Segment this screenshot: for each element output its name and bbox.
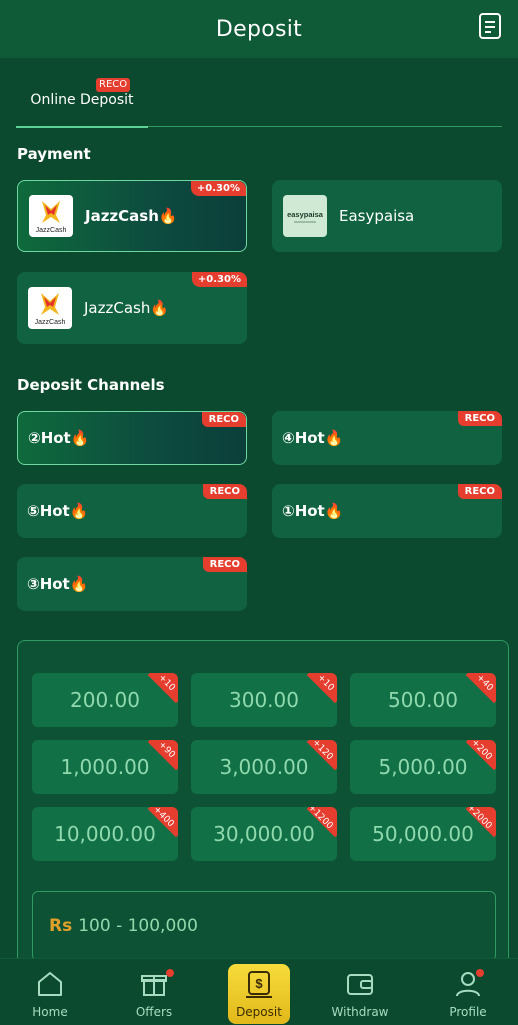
channel-hot-3[interactable]: ③Hot🔥 RECO [17, 557, 247, 611]
reco-badge: RECO [202, 557, 247, 572]
amount-input[interactable]: Rs 100 - 100,000 [32, 891, 496, 961]
amount-option[interactable]: 5,000.00 +200 [350, 740, 496, 794]
channel-hot-1[interactable]: ①Hot🔥 RECO [272, 484, 502, 538]
amount-value: 300.00 [229, 688, 299, 712]
amount-value: 1,000.00 [60, 755, 150, 779]
wallet-icon [347, 974, 373, 995]
channel-hot-5[interactable]: ⑤Hot🔥 RECO [17, 484, 247, 538]
nav-withdraw[interactable]: Withdraw [310, 959, 410, 1025]
amount-option[interactable]: 3,000.00 +120 [191, 740, 337, 794]
currency-label: Rs [49, 916, 73, 936]
nav-profile-label: Profile [449, 1005, 487, 1019]
channel-label: ②Hot🔥 [28, 429, 90, 447]
amount-option[interactable]: 50,000.00 +2000 [350, 807, 496, 861]
channels-section-title: Deposit Channels [17, 376, 165, 394]
svg-text:easypaisa: easypaisa [287, 210, 324, 219]
amount-value: 5,000.00 [378, 755, 468, 779]
payment-method-jazzcash-1[interactable]: JazzCash JazzCash🔥 +0.30% [17, 180, 247, 252]
nav-withdraw-label: Withdraw [331, 1005, 389, 1019]
deposit-tabs: Online Deposit RECO [16, 74, 502, 128]
nav-home[interactable]: Home [0, 959, 100, 1025]
profile-notification-dot [476, 969, 484, 977]
header: Deposit [0, 0, 518, 58]
tab-online-deposit[interactable]: Online Deposit RECO [16, 74, 148, 128]
reco-badge: RECO [201, 412, 246, 427]
payment-method-label: JazzCash🔥 [85, 207, 178, 225]
amount-value: 500.00 [388, 688, 458, 712]
payment-section-title: Payment [17, 145, 91, 163]
amount-value: 30,000.00 [213, 822, 315, 846]
gift-icon [141, 975, 167, 996]
amount-value: 50,000.00 [372, 822, 474, 846]
amount-value: 10,000.00 [54, 822, 156, 846]
amount-range-placeholder: 100 - 100,000 [78, 916, 198, 936]
nav-profile[interactable]: Profile [418, 959, 518, 1025]
channel-label: ①Hot🔥 [282, 502, 344, 520]
reco-badge: RECO [202, 484, 247, 499]
rate-badge: +0.30% [190, 181, 246, 196]
home-icon [38, 972, 62, 996]
nav-deposit-label: Deposit [236, 1005, 282, 1019]
nav-offers-label: Offers [135, 1005, 173, 1019]
amount-option[interactable]: 200.00 +10 [32, 673, 178, 727]
amount-option[interactable]: 1,000.00 +90 [32, 740, 178, 794]
amount-option[interactable]: 30,000.00 +1200 [191, 807, 337, 861]
amount-option[interactable]: 300.00 +10 [191, 673, 337, 727]
channel-label: ⑤Hot🔥 [27, 502, 89, 520]
amount-value: 200.00 [70, 688, 140, 712]
payment-method-jazzcash-2[interactable]: JazzCash JazzCash🔥 +0.30% [17, 272, 247, 344]
amount-panel: 200.00 +10 300.00 +10 500.00 +40 1,000.0… [17, 640, 509, 980]
easypaisa-logo: easypaisa [283, 195, 327, 237]
offers-notification-dot [166, 969, 174, 977]
channel-label: ③Hot🔥 [27, 575, 89, 593]
channel-label: ④Hot🔥 [282, 429, 344, 447]
payment-method-label: Easypaisa [339, 207, 415, 225]
svg-text:JazzCash: JazzCash [36, 227, 67, 234]
svg-text:JazzCash: JazzCash [35, 319, 66, 326]
tab-label: Online Deposit [30, 92, 134, 108]
jazzcash-logo: JazzCash [28, 287, 72, 329]
amount-option[interactable]: 500.00 +40 [350, 673, 496, 727]
deposit-icon: $ [246, 971, 272, 998]
document-icon[interactable] [478, 12, 502, 40]
page-title: Deposit [215, 16, 303, 42]
amount-value: 3,000.00 [219, 755, 309, 779]
nav-offers[interactable]: Offers [104, 959, 204, 1025]
payment-method-easypaisa[interactable]: easypaisa Easypaisa [272, 180, 502, 252]
nav-home-label: Home [32, 1005, 68, 1019]
reco-badge: RECO [96, 78, 131, 92]
payment-method-label: JazzCash🔥 [84, 299, 170, 317]
amount-option[interactable]: 10,000.00 +400 [32, 807, 178, 861]
jazzcash-logo: JazzCash [29, 195, 73, 237]
reco-badge: RECO [457, 484, 502, 499]
rate-badge: +0.30% [191, 272, 247, 287]
channel-hot-2[interactable]: ②Hot🔥 RECO [17, 411, 247, 465]
channel-hot-4[interactable]: ④Hot🔥 RECO [272, 411, 502, 465]
reco-badge: RECO [457, 411, 502, 426]
svg-text:$: $ [255, 976, 263, 991]
nav-deposit[interactable]: $ Deposit [228, 964, 290, 1024]
